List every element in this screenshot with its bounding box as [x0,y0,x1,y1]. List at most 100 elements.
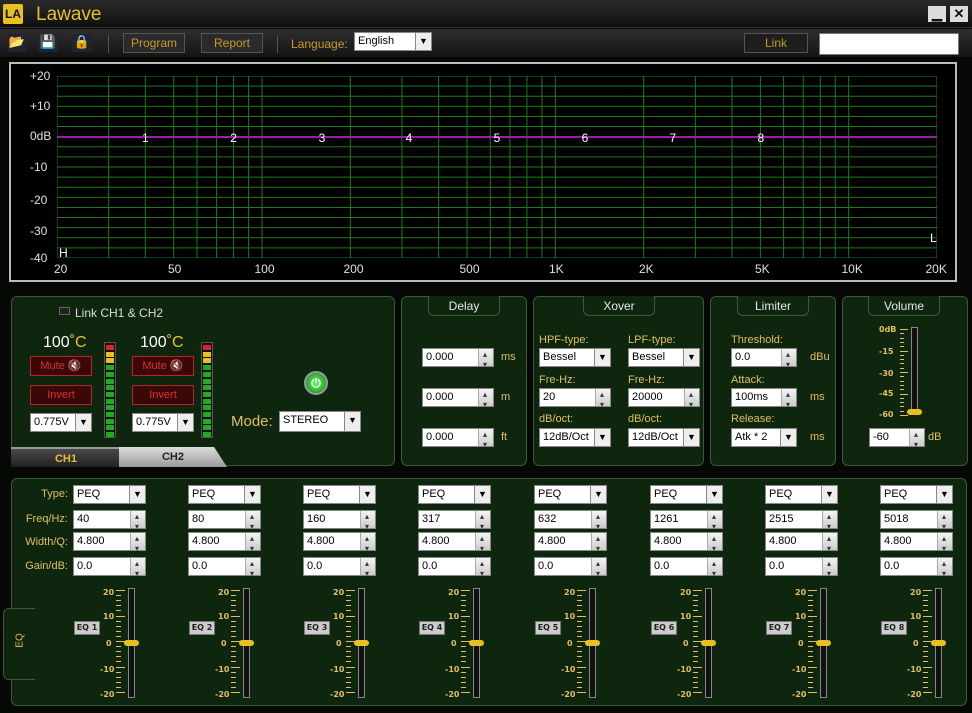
eq-q-input[interactable]: 4.800 [188,530,261,557]
eq-band-marker[interactable]: 2 [230,131,237,145]
eq-freq-input[interactable]: 1261 [650,508,723,535]
eq-type-select[interactable]: PEQ ▼ [765,485,838,504]
delay-m-input[interactable]: 0.000 [422,386,494,413]
spin-arrows-icon[interactable] [245,555,260,582]
hpf-marker[interactable]: H [59,246,68,260]
spin-arrows-icon[interactable] [475,530,490,557]
tab-ch1[interactable]: CH1 [11,447,121,467]
open-folder-icon[interactable]: 📂 [7,34,27,52]
language-select[interactable]: English ▼ [354,32,432,51]
spin-arrows-icon[interactable] [937,508,952,535]
eq-freq-input[interactable]: 5018 [880,508,953,535]
eq-gain-slider-thumb[interactable] [469,640,484,646]
eq-band-marker[interactable]: 4 [406,131,413,145]
eq-type-select[interactable]: PEQ ▼ [418,485,491,504]
spin-arrows-icon[interactable] [475,555,490,582]
eq-type-select[interactable]: PEQ ▼ [534,485,607,504]
spin-arrows-icon[interactable] [360,530,375,557]
hpf-freq-input[interactable]: 20 [539,386,611,413]
eq-gain-input[interactable]: 0.0 [303,555,376,582]
eq-gain-slider-thumb[interactable] [816,640,831,646]
eq-gain-slider-thumb[interactable] [585,640,600,646]
eq-type-select[interactable]: PEQ ▼ [880,485,953,504]
link-button[interactable]: Link [744,33,808,53]
link-ch-checkbox[interactable] [59,307,70,315]
eq-q-input[interactable]: 4.800 [880,530,953,557]
ch1-mute-button[interactable]: Mute 🔇 [30,356,92,376]
hpf-type-select[interactable]: Bessel ▼ [539,348,611,367]
threshold-input[interactable]: 0.0 [731,346,797,373]
save-disk-icon[interactable]: 💾 [38,34,58,52]
eq-band-marker[interactable]: 3 [319,131,326,145]
eq-band-button[interactable]: EQ 6 [651,621,677,635]
spin-arrows-icon[interactable] [591,530,606,557]
spin-arrows-icon[interactable] [595,386,610,413]
spin-arrows-icon[interactable] [591,508,606,535]
eq-band-marker[interactable]: 8 [758,131,765,145]
eq-q-input[interactable]: 4.800 [73,530,146,557]
spin-arrows-icon[interactable] [591,555,606,582]
eq-q-input[interactable]: 4.800 [650,530,723,557]
eq-q-input[interactable]: 4.800 [303,530,376,557]
eq-freq-input[interactable]: 317 [418,508,491,535]
volume-input[interactable]: -60 [869,426,925,453]
spin-arrows-icon[interactable] [130,555,145,582]
eq-band-button[interactable]: EQ 4 [419,621,445,635]
ch1-sensitivity-select[interactable]: 0.775V ▼ [30,413,92,432]
delay-ft-input[interactable]: 0.000 [422,426,494,453]
spin-arrows-icon[interactable] [245,530,260,557]
ch2-invert-button[interactable]: Invert [132,385,194,405]
spin-arrows-icon[interactable] [937,530,952,557]
eq-band-marker[interactable]: 6 [582,131,589,145]
spin-arrows-icon[interactable] [781,346,796,373]
eq-band-button[interactable]: EQ 3 [304,621,330,635]
minimize-button[interactable]: ▁ [928,6,946,22]
eq-gain-input[interactable]: 0.0 [188,555,261,582]
eq-freq-input[interactable]: 160 [303,508,376,535]
eq-gain-input[interactable]: 0.0 [880,555,953,582]
ch1-invert-button[interactable]: Invert [30,385,92,405]
lock-icon[interactable]: 🔒 [72,34,92,52]
eq-type-select[interactable]: PEQ ▼ [650,485,723,504]
spin-arrows-icon[interactable] [937,555,952,582]
eq-band-button[interactable]: EQ 8 [881,621,907,635]
eq-q-input[interactable]: 4.800 [765,530,838,557]
hpf-slope-select[interactable]: 12dB/Oct ▼ [539,428,611,447]
link-status-field[interactable] [819,33,959,55]
ch2-sensitivity-select[interactable]: 0.775V ▼ [132,413,194,432]
eq-freq-input[interactable]: 80 [188,508,261,535]
eq-type-select[interactable]: PEQ ▼ [73,485,146,504]
lpf-slope-select[interactable]: 12dB/Oct ▼ [628,428,700,447]
volume-slider-track[interactable] [911,327,918,415]
eq-gain-slider-thumb[interactable] [354,640,369,646]
eq-type-select[interactable]: PEQ ▼ [303,485,376,504]
eq-band-marker[interactable]: 5 [494,131,501,145]
spin-arrows-icon[interactable] [245,508,260,535]
eq-gain-slider-thumb[interactable] [124,640,139,646]
eq-band-button[interactable]: EQ 5 [535,621,561,635]
spin-arrows-icon[interactable] [707,555,722,582]
eq-gain-input[interactable]: 0.0 [650,555,723,582]
program-button[interactable]: Program [123,33,185,53]
close-button[interactable]: ✕ [950,6,968,22]
eq-gain-input[interactable]: 0.0 [765,555,838,582]
lpf-type-select[interactable]: Bessel ▼ [628,348,700,367]
lpf-freq-input[interactable]: 20000 [628,386,700,413]
eq-band-button[interactable]: EQ 7 [766,621,792,635]
eq-gain-slider-thumb[interactable] [701,640,716,646]
eq-q-input[interactable]: 4.800 [418,530,491,557]
spin-arrows-icon[interactable] [707,508,722,535]
spin-arrows-icon[interactable] [822,555,837,582]
eq-q-input[interactable]: 4.800 [534,530,607,557]
eq-gain-slider-thumb[interactable] [239,640,254,646]
eq-gain-slider-thumb[interactable] [931,640,946,646]
ch2-mute-button[interactable]: Mute 🔇 [132,356,194,376]
tab-ch2[interactable]: CH2 [119,447,227,467]
spin-arrows-icon[interactable] [909,426,924,453]
eq-type-select[interactable]: PEQ ▼ [188,485,261,504]
release-select[interactable]: Atk * 2 ▼ [731,428,797,447]
spin-arrows-icon[interactable] [478,426,493,453]
eq-gain-input[interactable]: 0.0 [418,555,491,582]
eq-freq-input[interactable]: 2515 [765,508,838,535]
eq-freq-input[interactable]: 40 [73,508,146,535]
